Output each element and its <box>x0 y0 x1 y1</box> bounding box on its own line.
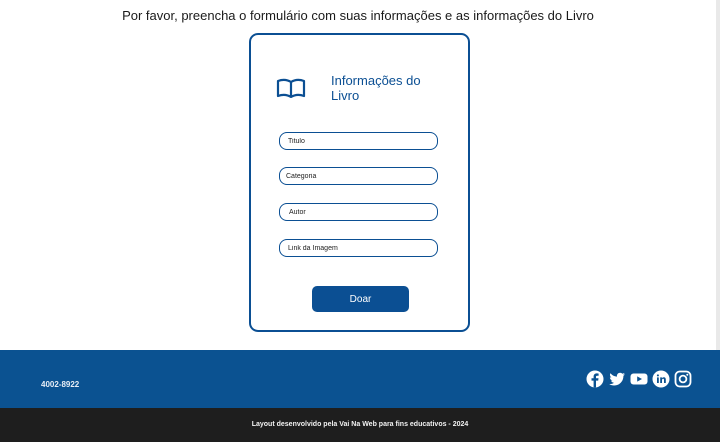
autor-input[interactable] <box>279 203 438 221</box>
open-book-icon <box>276 78 306 98</box>
youtube-icon[interactable] <box>630 370 648 388</box>
phone-number: 4002-8922 <box>41 380 80 389</box>
credit-text: Layout desenvolvido pela Vai Na Web para… <box>251 421 469 428</box>
linkedin-icon[interactable] <box>652 370 670 388</box>
twitter-icon[interactable] <box>608 370 626 388</box>
categoria-input[interactable] <box>279 167 438 185</box>
link-imagem-input[interactable] <box>279 239 438 257</box>
page-scrollbar[interactable] <box>716 0 720 350</box>
book-form-card: Informações do Livro Doar <box>249 33 470 332</box>
titulo-input[interactable] <box>279 132 438 150</box>
footer-contact-bar: 4002-8922 <box>0 350 720 408</box>
intro-text: Por favor, preencha o formulário com sua… <box>122 8 594 23</box>
instagram-icon[interactable] <box>674 370 692 388</box>
doar-button[interactable]: Doar <box>312 286 409 312</box>
footer-credit-bar: Layout desenvolvido pela Vai Na Web para… <box>0 408 720 442</box>
card-title: Informações do Livro <box>331 73 421 103</box>
card-header: Informações do Livro <box>276 73 451 103</box>
social-links <box>586 370 692 388</box>
facebook-icon[interactable] <box>586 370 604 388</box>
